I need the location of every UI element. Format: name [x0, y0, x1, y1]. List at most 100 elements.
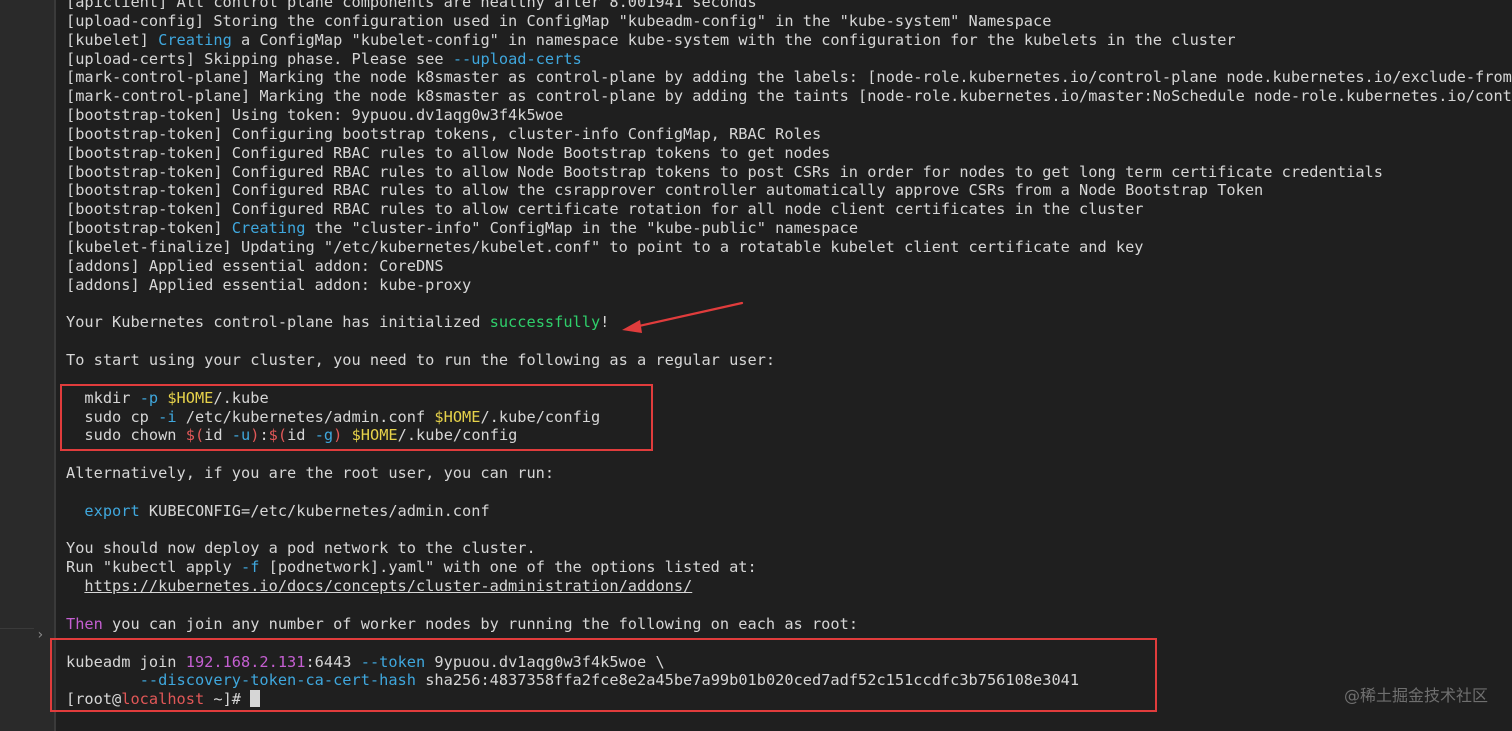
- terminal-output[interactable]: [apiclient] All control plane components…: [66, 0, 1512, 709]
- terminal-text: -u: [231, 426, 251, 445]
- terminal-text: ~]#: [204, 690, 251, 709]
- terminal-text: [addons] Applied essential addon: CoreDN…: [66, 256, 444, 275]
- terminal-text: [mark-control-plane] Marking the node k8…: [66, 68, 1512, 87]
- terminal-line: mkdir -p $HOME/.kube: [66, 389, 1512, 408]
- terminal-line: Then you can join any number of worker n…: [66, 615, 1512, 634]
- terminal-text: $HOME: [167, 388, 214, 407]
- terminal-text: Your Kubernetes control-plane has initia…: [66, 313, 490, 332]
- terminal-text: :: [259, 426, 269, 445]
- terminal-text: /etc/kubernetes/admin.conf: [176, 407, 435, 426]
- terminal-line: [mark-control-plane] Marking the node k8…: [66, 68, 1512, 87]
- terminal-text: [upload-certs] Skipping phase. Please se…: [66, 49, 453, 68]
- terminal-text: [kubelet]: [66, 30, 159, 49]
- terminal-text: Creating: [231, 219, 306, 238]
- terminal-text: --upload-certs: [452, 49, 582, 68]
- terminal-text: -g: [314, 426, 334, 445]
- terminal-line: [mark-control-plane] Marking the node k8…: [66, 87, 1512, 106]
- terminal-text: [bootstrap-token]: [66, 219, 232, 238]
- terminal-text: 192.168.2.131: [185, 652, 306, 671]
- terminal-text: id: [204, 426, 232, 445]
- terminal-text: mkdir: [66, 388, 140, 407]
- terminal-text: export: [84, 501, 140, 520]
- terminal-text: Creating: [158, 30, 232, 49]
- terminal-text: Then: [66, 614, 103, 633]
- terminal-text: the "cluster-info" ConfigMap in the "kub…: [305, 219, 859, 238]
- terminal-text: $HOME: [351, 426, 398, 445]
- terminal-text: $(: [268, 426, 288, 445]
- terminal-text: -f: [240, 558, 260, 577]
- terminal-line: --discovery-token-ca-cert-hash sha256:48…: [66, 671, 1512, 690]
- terminal-text: [podnetwork].yaml" with one of the optio…: [259, 558, 757, 577]
- terminal-line: [bootstrap-token] Configuring bootstrap …: [66, 125, 1512, 144]
- terminal-text: 9ypuou.dv1aqg0w3f4k5woe \: [425, 652, 665, 671]
- terminal-line: sudo cp -i /etc/kubernetes/admin.conf $H…: [66, 408, 1512, 427]
- chevron-right-icon[interactable]: ›: [36, 627, 44, 643]
- terminal-text: kubeadm join: [66, 652, 186, 671]
- terminal-text: KUBECONFIG=/etc/kubernetes/admin.conf: [139, 501, 490, 520]
- terminal-line: export KUBECONFIG=/etc/kubernetes/admin.…: [66, 502, 1512, 521]
- terminal-text: sudo chown: [66, 426, 186, 445]
- terminal-text: -i: [158, 407, 177, 426]
- terminal-line: [addons] Applied essential addon: CoreDN…: [66, 257, 1512, 276]
- terminal-line: [kubelet-finalize] Updating "/etc/kubern…: [66, 238, 1512, 257]
- terminal-text: /.kube: [213, 388, 269, 407]
- terminal-cursor[interactable]: [250, 690, 261, 708]
- terminal-line: You should now deploy a pod network to t…: [66, 539, 1512, 558]
- terminal-line: Alternatively, if you are the root user,…: [66, 464, 1512, 483]
- terminal-text: ): [333, 426, 343, 445]
- terminal-text: To start using your cluster, you need to…: [66, 351, 776, 370]
- terminal-text: [apiclient] All control plane components…: [66, 0, 757, 11]
- terminal-text: [bootstrap-token] Configured RBAC rules …: [66, 143, 831, 162]
- terminal-line: [bootstrap-token] Creating the "cluster-…: [66, 219, 1512, 238]
- terminal-text: a ConfigMap "kubelet-config" in namespac…: [231, 30, 1236, 49]
- terminal-line: [bootstrap-token] Configured RBAC rules …: [66, 181, 1512, 200]
- terminal-text: [addons] Applied essential addon: kube-p…: [66, 275, 472, 294]
- terminal-text: [root@: [66, 690, 122, 709]
- terminal-line: [apiclient] All control plane components…: [66, 0, 1512, 12]
- terminal-text: Alternatively, if you are the root user,…: [66, 464, 555, 483]
- terminal-line: [upload-config] Storing the configuratio…: [66, 12, 1512, 31]
- terminal-text: /.kube/config: [397, 426, 518, 445]
- terminal-line: kubeadm join 192.168.2.131:6443 --token …: [66, 653, 1512, 672]
- terminal-text: localhost: [121, 690, 205, 709]
- terminal-text: [bootstrap-token] Configured RBAC rules …: [66, 200, 1144, 219]
- docs-link[interactable]: https://kubernetes.io/docs/concepts/clus…: [84, 577, 692, 595]
- annotation-arrow-icon: [622, 301, 744, 333]
- terminal-line: https://kubernetes.io/docs/concepts/clus…: [66, 577, 1512, 596]
- terminal-line: Run "kubectl apply -f [podnetwork].yaml"…: [66, 558, 1512, 577]
- terminal-window: › [apiclient] All control plane componen…: [0, 0, 1512, 731]
- terminal-text: you can join any number of worker nodes …: [102, 614, 859, 633]
- terminal-text: [bootstrap-token] Configuring bootstrap …: [66, 124, 822, 143]
- terminal-text: --discovery-token-ca-cert-hash: [139, 671, 416, 690]
- terminal-text: [kubelet-finalize] Updating "/etc/kubern…: [66, 237, 1144, 256]
- terminal-line: Your Kubernetes control-plane has initia…: [66, 313, 1512, 332]
- terminal-text: sudo cp: [66, 407, 159, 426]
- terminal-text: -p: [139, 388, 159, 407]
- terminal-line: [addons] Applied essential addon: kube-p…: [66, 276, 1512, 295]
- terminal-line: [bootstrap-token] Configured RBAC rules …: [66, 144, 1512, 163]
- terminal-text: --token: [360, 652, 426, 671]
- terminal-text: [mark-control-plane] Marking the node k8…: [66, 87, 1512, 106]
- terminal-text: successfully: [489, 313, 601, 332]
- terminal-text: :6443: [305, 652, 361, 671]
- terminal-text: Run "kubectl apply: [66, 558, 241, 577]
- sidebar-divider-small: [0, 628, 34, 629]
- terminal-text: id: [287, 426, 315, 445]
- terminal-text: You should now deploy a pod network to t…: [66, 539, 536, 558]
- terminal-text: $HOME: [434, 407, 481, 426]
- terminal-line: [upload-certs] Skipping phase. Please se…: [66, 50, 1512, 69]
- terminal-line: [root@localhost ~]#: [66, 690, 1512, 709]
- terminal-text: !: [600, 313, 610, 332]
- terminal-text: sha256:4837358ffa2fce8e2a45be7a99b01b020…: [415, 671, 1080, 690]
